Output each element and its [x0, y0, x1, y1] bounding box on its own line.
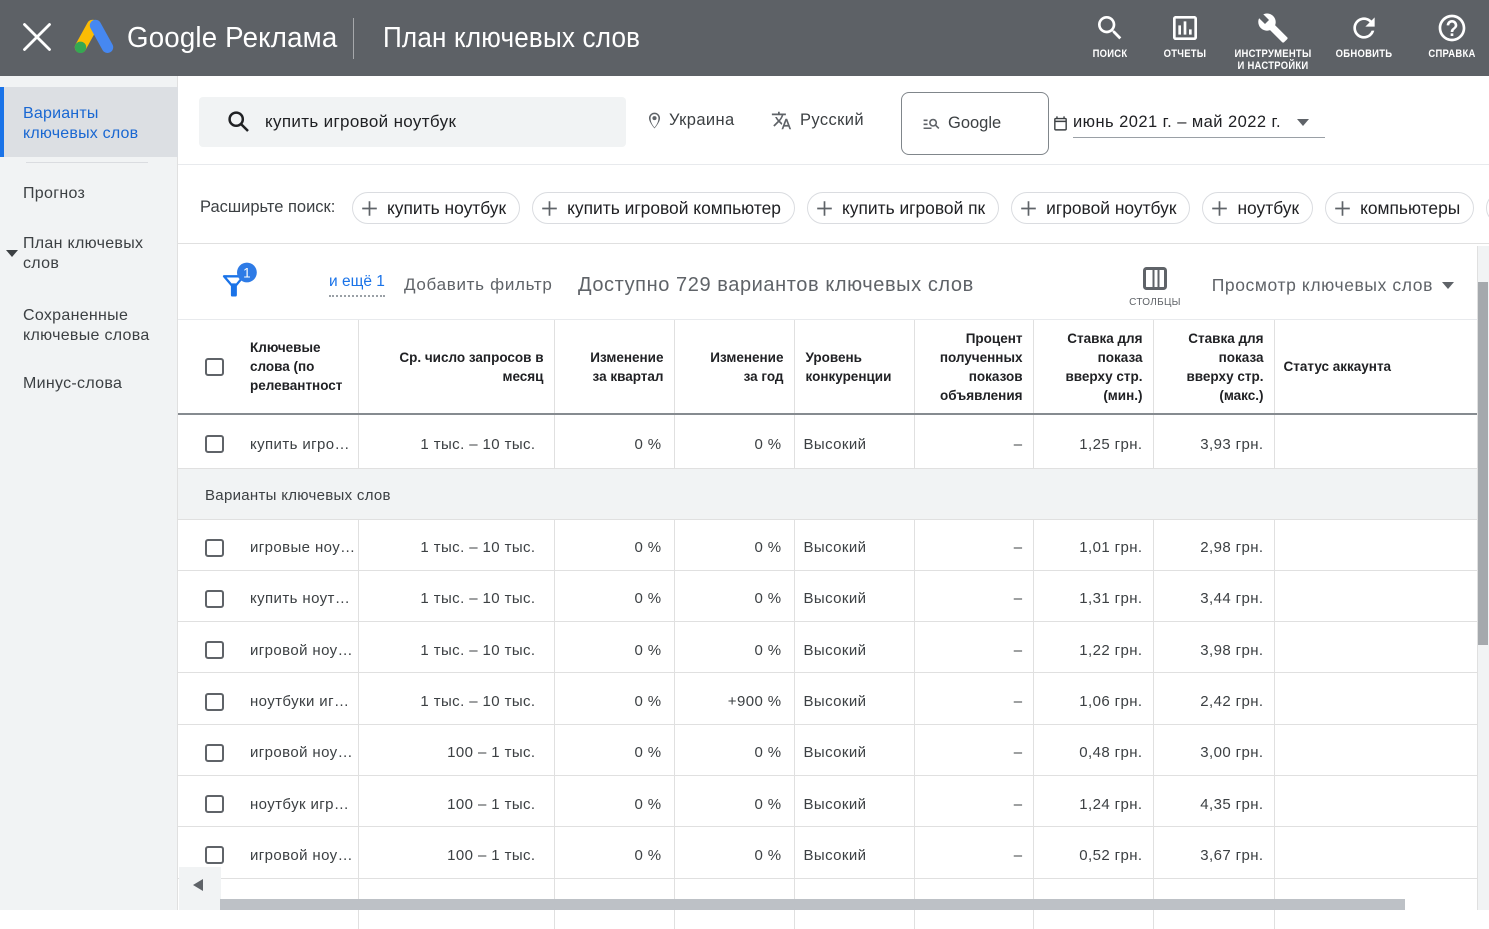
svg-text:1: 1	[243, 265, 251, 280]
